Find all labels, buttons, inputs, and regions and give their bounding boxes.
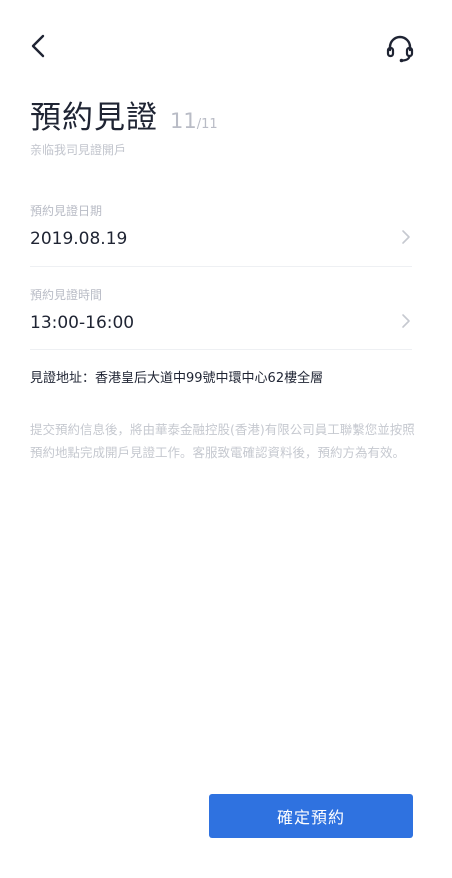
witness-address: 見證地址：香港皇后大道中99號中環中心62樓全層 [30,371,324,386]
confirm-appointment-button[interactable]: 確定預約 [209,794,413,838]
page-title: 預約見證 [30,100,158,136]
appointment-date-field[interactable]: 預約見證日期 2019.08.19 [30,200,412,264]
chevron-right-icon [402,314,410,328]
title-row: 預約見證 11 /11 [30,92,218,138]
appointment-time-value: 13:00-16:00 [30,313,135,333]
page-subtitle: 亲临我司見證開戶 [30,143,127,157]
appointment-date-label: 預約見證日期 [30,204,103,218]
appointment-date-value: 2019.08.19 [30,229,128,249]
headset-icon [386,35,414,63]
divider [30,266,412,267]
appointment-notice: 提交預約信息後，將由華泰金融控股(香港)有限公司員工聯繫您並按照預約地點完成開戶… [30,422,415,460]
top-bar [0,0,452,90]
chevron-right-icon [402,230,410,244]
step-total: /11 [196,117,218,132]
appointment-time-label: 預約見證時間 [30,288,103,302]
appointment-time-field[interactable]: 預約見證時間 13:00-16:00 [30,284,412,348]
chevron-left-icon [31,34,45,58]
back-button[interactable] [24,30,56,62]
step-current: 11 [170,109,197,133]
divider [30,349,412,350]
customer-service-button[interactable] [382,30,418,66]
